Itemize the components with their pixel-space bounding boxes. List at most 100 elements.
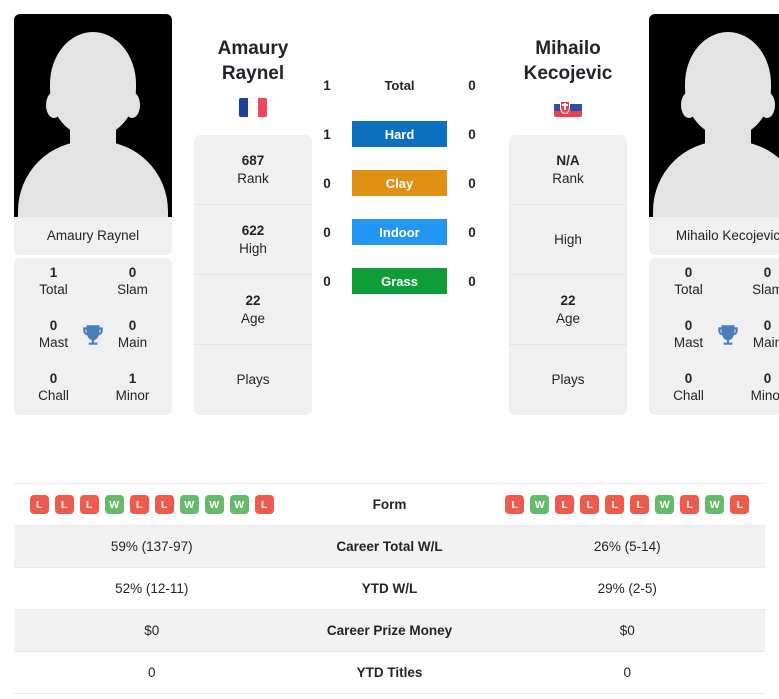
- left-player-name-line1: Amaury: [217, 38, 289, 59]
- right-rank-value: N/A: [556, 152, 580, 168]
- left-player-rank-column: Amaury Raynel 687 Rank 622 High 22 Age P…: [194, 14, 312, 415]
- left-player-photo-name: Amaury Raynel: [14, 217, 172, 255]
- right-player-identity: Mihailo Kecojevic: [509, 14, 627, 117]
- h2h-right-score: 0: [468, 126, 476, 142]
- right-ytd-wl-value: 29% (2-5): [597, 581, 657, 596]
- left-age-cell: 22 Age: [194, 275, 312, 345]
- form-badge-loss[interactable]: L: [79, 495, 99, 514]
- left-age-label: Age: [240, 310, 266, 326]
- h2h-left-score: 1: [323, 77, 331, 93]
- right-high-cell: High: [509, 205, 627, 275]
- left-player-name-line2: Raynel: [221, 63, 285, 84]
- form-badge-loss[interactable]: L: [680, 495, 700, 514]
- right-age-label: Age: [555, 310, 581, 326]
- form-badge-loss[interactable]: L: [254, 495, 274, 514]
- right-plays-label: Plays: [551, 372, 585, 387]
- h2h-surface-label-indoor[interactable]: Indoor: [352, 219, 447, 245]
- form-badge-win[interactable]: W: [179, 495, 199, 514]
- right-plays-cell: Plays: [509, 345, 627, 415]
- h2h-row-indoor: 0 Indoor 0: [312, 219, 487, 245]
- form-badge-loss[interactable]: L: [154, 495, 174, 514]
- h2h-right-score: 0: [468, 77, 476, 93]
- left-player-photo-card[interactable]: Amaury Raynel: [14, 14, 172, 255]
- left-player-column: Amaury Raynel 1 Total 0 Slam 0 Mast 0 Ma…: [14, 14, 172, 415]
- right-player-name-line2: Kecojevic: [523, 63, 613, 84]
- table-row: $0 Career Prize Money $0: [14, 610, 765, 652]
- h2h-right-score: 0: [468, 273, 476, 289]
- right-player-photo-name: Mihailo Kecojevic: [649, 217, 779, 255]
- right-form-value: LWLLLLWLWL: [490, 495, 766, 514]
- right-high-label: High: [554, 231, 582, 247]
- form-badge-win[interactable]: W: [229, 495, 249, 514]
- table-row: 59% (137-97) Career Total W/L 26% (5-14): [14, 526, 765, 568]
- left-titles-total-label: Total: [39, 282, 68, 297]
- stat-label-career-prize-money: Career Prize Money: [326, 623, 453, 638]
- table-row: L L L W L L W W W L Form L W L L L L W L W L: [14, 484, 765, 526]
- form-badge-win[interactable]: W: [705, 495, 725, 514]
- right-career-prize-money-value: $0: [619, 623, 635, 638]
- form-badge-loss[interactable]: L: [54, 495, 74, 514]
- right-player-photo-card[interactable]: Mihailo Kecojevic: [649, 14, 779, 255]
- avatar-ear-right-icon: [759, 92, 775, 118]
- form-badge-loss[interactable]: L: [580, 495, 600, 514]
- h2h-row-hard: 1 Hard 0: [312, 121, 487, 147]
- left-titles-slam: 0 Slam: [93, 264, 172, 299]
- form-badge-loss[interactable]: L: [730, 495, 750, 514]
- left-titles-total-value: 1: [49, 265, 58, 280]
- form-badge-win[interactable]: W: [655, 495, 675, 514]
- head-to-head-surfaces: 1 Total 0 1 Hard 0 0 Clay 0 0 Indoor 0 0 Grass 0: [312, 14, 487, 317]
- form-badge-loss[interactable]: L: [555, 495, 575, 514]
- left-career-prize-money-value: $0: [144, 623, 160, 638]
- left-form-value: LLLWLLWWWL: [14, 495, 290, 514]
- right-titles-minor: 0 Minor: [728, 370, 779, 405]
- form-badge-loss[interactable]: L: [129, 495, 149, 514]
- h2h-surface-label-total: Total: [384, 77, 415, 93]
- stat-label-career-total-wl: Career Total W/L: [336, 539, 443, 554]
- right-age-cell: 22 Age: [509, 275, 627, 345]
- left-player-rank-card: 687 Rank 622 High 22 Age Plays: [194, 135, 312, 415]
- h2h-surface-label-hard[interactable]: Hard: [352, 121, 447, 147]
- form-badge-loss[interactable]: L: [505, 495, 525, 514]
- fr-flag-icon: [239, 98, 267, 117]
- comparison-header: Amaury Raynel 1 Total 0 Slam 0 Mast 0 Ma…: [0, 0, 779, 470]
- trophy-icon: [718, 324, 738, 345]
- avatar-ear-left-icon: [681, 92, 697, 118]
- left-titles-slam-label: Slam: [117, 282, 148, 297]
- avatar-ear-right-icon: [124, 92, 140, 118]
- form-badge-loss[interactable]: L: [29, 495, 49, 514]
- h2h-left-score: 0: [323, 224, 331, 240]
- left-titles-total: 1 Total: [14, 264, 93, 299]
- form-badge-win[interactable]: W: [104, 495, 124, 514]
- left-titles-slam-value: 0: [128, 265, 137, 280]
- right-career-total-wl-value: 26% (5-14): [593, 539, 661, 554]
- left-player-titles-card: 1 Total 0 Slam 0 Mast 0 Main 0 Chall 1 M…: [14, 258, 172, 415]
- form-badge-win[interactable]: W: [530, 495, 550, 514]
- comparison-stats-table: L L L W L L W W W L Form L W L L L L W L W L 59% (137-97) Care…: [14, 483, 765, 694]
- left-rank-cell: 687 Rank: [194, 135, 312, 205]
- avatar-body-icon: [653, 141, 779, 217]
- table-row: 52% (12-11) YTD W/L 29% (2-5): [14, 568, 765, 610]
- sk-flag-icon: [554, 98, 582, 117]
- player-comparison-page: Amaury Raynel 1 Total 0 Slam 0 Mast 0 Ma…: [0, 0, 779, 699]
- avatar-body-icon: [18, 141, 168, 217]
- form-badge-win[interactable]: W: [204, 495, 224, 514]
- h2h-surface-label-grass[interactable]: Grass: [352, 268, 447, 294]
- left-plays-cell: Plays: [194, 345, 312, 415]
- right-titles-total: 0 Total: [649, 264, 728, 299]
- form-badge-loss[interactable]: L: [630, 495, 650, 514]
- right-titles-total-value: 0: [684, 265, 693, 280]
- left-titles-minor: 1 Minor: [93, 370, 172, 405]
- right-titles-slam-value: 0: [763, 265, 772, 280]
- left-titles-chall: 0 Chall: [14, 370, 93, 405]
- left-high-value: 622: [241, 222, 265, 238]
- right-player-rank-column: Mihailo Kecojevic N/A Rank High 22 Age P…: [509, 14, 627, 415]
- h2h-right-score: 0: [468, 224, 476, 240]
- h2h-row-grass: 0 Grass 0: [312, 268, 487, 294]
- form-badge-loss[interactable]: L: [605, 495, 625, 514]
- left-age-value: 22: [245, 292, 261, 308]
- h2h-surface-label-clay[interactable]: Clay: [352, 170, 447, 196]
- stat-label-ytd-titles: YTD Titles: [356, 665, 423, 680]
- h2h-row-total: 1 Total 0: [312, 72, 487, 98]
- right-rank-cell: N/A Rank: [509, 135, 627, 205]
- right-titles-chall-label: Chall: [673, 388, 704, 403]
